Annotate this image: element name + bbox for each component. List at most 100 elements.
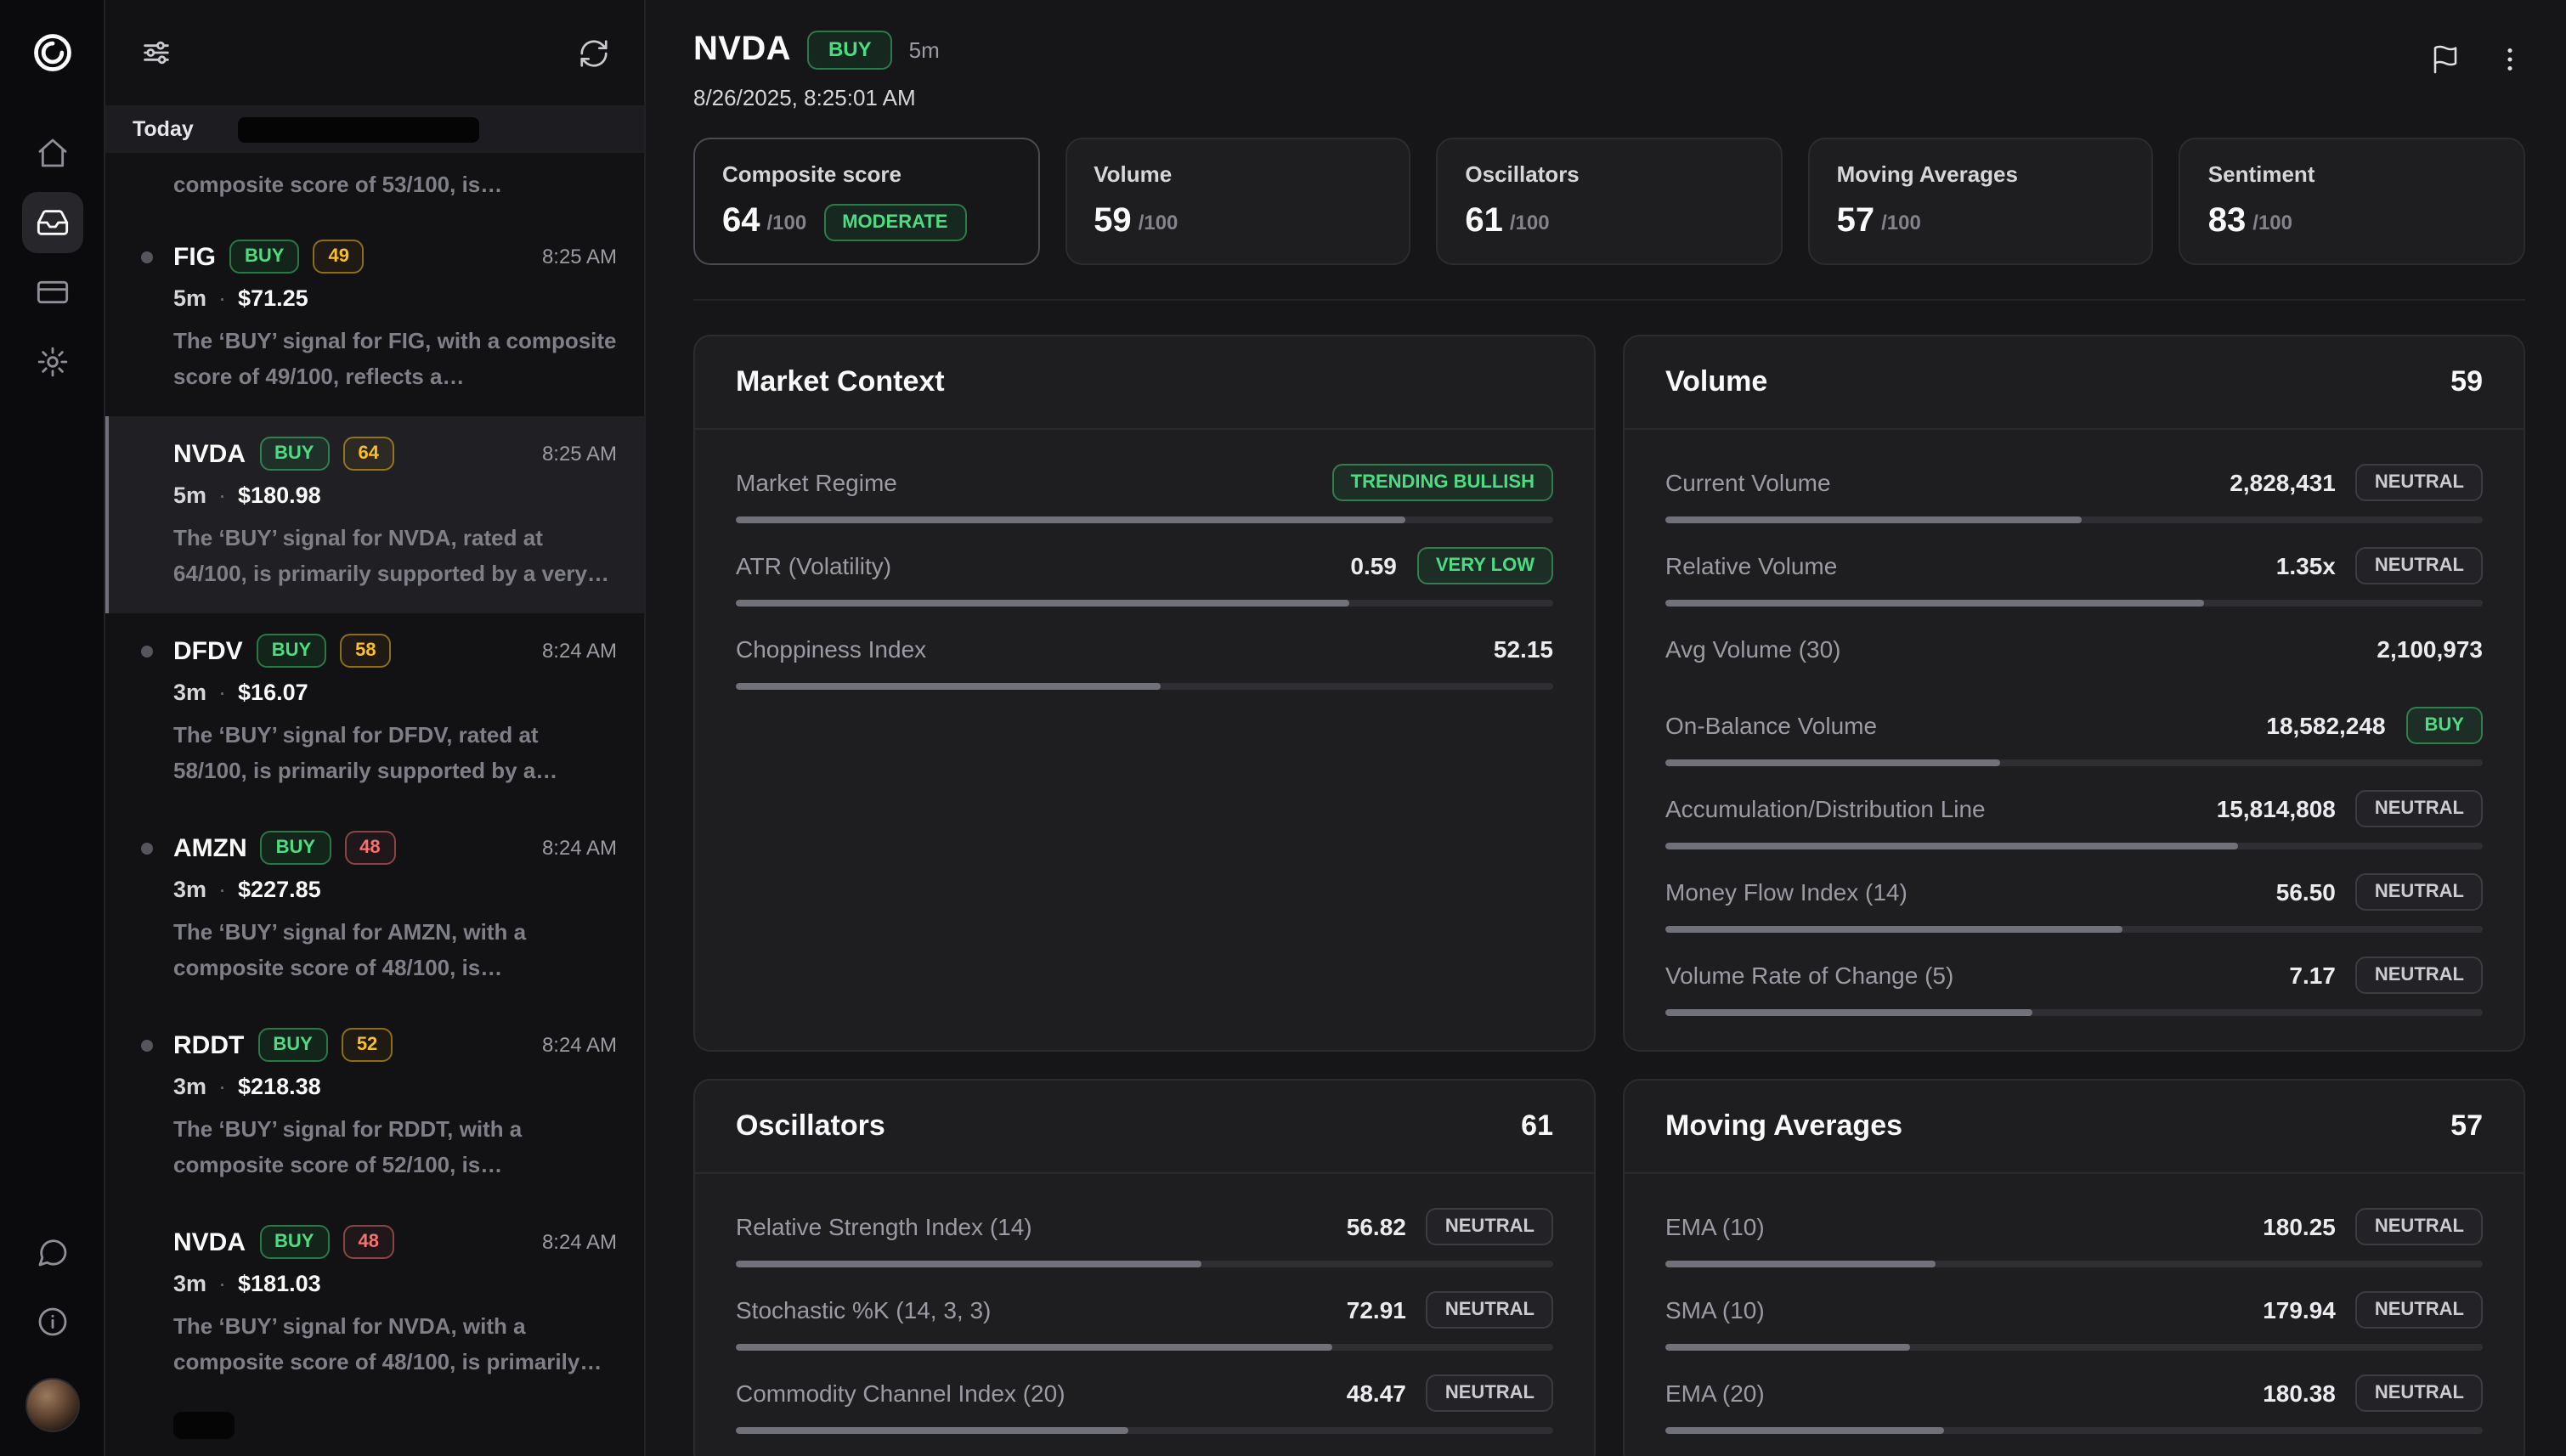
- metric-progress-fill: [736, 683, 1161, 690]
- signal-time: 8:25 AM: [542, 245, 617, 268]
- volume-panel: Volume 59 Current Volume 2,828,431 NEUTR…: [1623, 335, 2525, 1052]
- metric-value: 179.94: [2263, 1295, 2336, 1323]
- signal-list-item-partial[interactable]: composite score of 53/100, is…: [105, 153, 644, 219]
- header-left: NVDA BUY 5m 8/26/2025, 8:25:01 AM: [693, 31, 940, 110]
- metric-label: Relative Strength Index (14): [736, 1212, 1032, 1239]
- volume-score-card: Volume 59 /100: [1065, 138, 1410, 265]
- metric-status-badge: NEUTRAL: [2356, 1374, 2483, 1411]
- separator-dot: ·: [218, 680, 226, 705]
- signal-list-item[interactable]: AMZN BUY 48 8:24 AM 3m · $227.85 The ‘BU…: [105, 810, 644, 1007]
- separator-dot: ·: [218, 1074, 226, 1099]
- signal-description: composite score of 53/100, is…: [173, 166, 617, 202]
- metric-label: Volume Rate of Change (5): [1665, 961, 1953, 988]
- home-icon[interactable]: [21, 122, 82, 183]
- metric-status-badge: BUY: [2406, 706, 2483, 743]
- signal-price: $180.98: [238, 483, 321, 508]
- inbox-icon[interactable]: [21, 192, 82, 253]
- metric-progress-track: [1665, 759, 2483, 766]
- metric-label: Avg Volume (30): [1665, 635, 1841, 662]
- score-card-value: 64: [722, 202, 760, 241]
- metric-status-badge: VERY LOW: [1417, 546, 1553, 584]
- signal-type-badge: BUY: [259, 1225, 329, 1259]
- user-avatar[interactable]: [25, 1378, 79, 1432]
- metric-value: 0.59: [1350, 551, 1397, 578]
- main-panel: NVDA BUY 5m 8/26/2025, 8:25:01 AM Compos…: [646, 0, 2566, 1456]
- signal-list[interactable]: composite score of 53/100, is… FIG BUY 4…: [105, 153, 644, 1456]
- score-rating-badge: MODERATE: [823, 203, 966, 240]
- signal-type-badge: BUY: [257, 634, 326, 668]
- metric-progress-track: [1665, 926, 2483, 933]
- signal-time: 8:24 AM: [542, 1230, 617, 1254]
- unread-dot: [141, 1040, 153, 1052]
- metric-progress-fill: [736, 1427, 1128, 1434]
- metric-status-badge: NEUTRAL: [2356, 1290, 2483, 1328]
- composite-score-card: Composite score 64 /100 MODERATE: [693, 138, 1039, 265]
- wallet-icon[interactable]: [21, 262, 82, 323]
- filter-sliders-icon[interactable]: [139, 36, 173, 70]
- refresh-icon[interactable]: [578, 37, 610, 69]
- metric-label: SMA (10): [1665, 1295, 1765, 1323]
- signal-list-item[interactable]: RDDT BUY 52 8:24 AM 3m · $218.38 The ‘BU…: [105, 1007, 644, 1205]
- metric-label: Relative Volume: [1665, 551, 1837, 578]
- header-actions: [2430, 44, 2525, 75]
- metric-status-badge: TRENDING BULLISH: [1332, 463, 1553, 500]
- metric-progress-fill: [1665, 926, 2123, 933]
- panel-score: 61: [1521, 1109, 1553, 1143]
- kebab-menu-icon[interactable]: [2495, 44, 2525, 75]
- settings-gear-icon[interactable]: [21, 331, 82, 392]
- separator-dot: ·: [218, 1271, 226, 1296]
- signal-time: 8:24 AM: [542, 836, 617, 860]
- signal-type-badge: BUY: [257, 1028, 327, 1062]
- info-icon[interactable]: [21, 1291, 82, 1352]
- signal-price: $227.85: [238, 877, 321, 902]
- signal-type-badge: BUY: [259, 437, 329, 471]
- signal-description: The ‘BUY’ signal for NVDA, with a compos…: [173, 1308, 617, 1380]
- score-card-max: /100: [767, 210, 807, 234]
- chat-icon[interactable]: [21, 1222, 82, 1283]
- signal-timeframe: 5m: [173, 483, 206, 508]
- flag-icon[interactable]: [2430, 44, 2461, 75]
- section-label: Today: [133, 117, 194, 141]
- score-card-max: /100: [1139, 210, 1178, 234]
- signal-ticker: NVDA: [173, 439, 246, 468]
- signal-ticker: FIG: [173, 242, 216, 271]
- metric-progress-fill: [1665, 516, 2083, 523]
- metric-value: 18,582,248: [2266, 711, 2385, 738]
- metric-row: Choppiness Index 52.15: [736, 607, 1553, 690]
- sidebar-header: [105, 0, 644, 105]
- metric-value: 56.50: [2276, 878, 2336, 905]
- metric-value: 1.35x: [2276, 551, 2336, 578]
- metric-row: Accumulation/Distribution Line 15,814,80…: [1665, 766, 2483, 849]
- detail-panel-grid: Market Context Market Regime TRENDING BU…: [693, 335, 2525, 1456]
- score-card-label: Moving Averages: [1837, 161, 2125, 187]
- page-title: NVDA: [693, 31, 791, 70]
- metric-progress-fill: [1665, 759, 2000, 766]
- signals-sidebar: Today composite score of 53/100, is… FIG…: [105, 0, 646, 1456]
- app-logo-icon: [23, 24, 81, 82]
- separator-dot: ·: [218, 483, 226, 508]
- metric-row: Avg Volume (30) 2,100,973: [1665, 607, 2483, 668]
- metric-progress-fill: [1665, 1009, 2033, 1016]
- metric-value: 7.17: [2289, 961, 2336, 988]
- metric-value: 52.15: [1494, 635, 1553, 662]
- signal-list-item[interactable]: DFDV BUY 58 8:24 AM 3m · $16.07 The ‘BUY…: [105, 613, 644, 810]
- signal-list-item-selected[interactable]: NVDA BUY 64 8:25 AM 5m · $180.98 The ‘BU…: [105, 416, 644, 613]
- signal-list-item[interactable]: NVDA BUY 48 8:24 AM 3m · $181.03 The ‘BU…: [105, 1205, 644, 1402]
- signal-detail-header: NVDA BUY 5m 8/26/2025, 8:25:01 AM: [693, 31, 2525, 110]
- score-card-value: 61: [1465, 202, 1503, 241]
- metric-label: Accumulation/Distribution Line: [1665, 794, 1986, 821]
- signal-time: 8:24 AM: [542, 1033, 617, 1057]
- app-window: Today composite score of 53/100, is… FIG…: [0, 0, 2566, 1456]
- metric-value: 180.38: [2263, 1379, 2336, 1406]
- separator-dot: ·: [218, 877, 226, 902]
- metric-progress-track: [1665, 600, 2483, 607]
- signal-list-item[interactable]: FIG BUY 49 8:25 AM 5m · $71.25 The ‘BUY’…: [105, 219, 644, 416]
- signal-time: 8:25 AM: [542, 442, 617, 466]
- signal-timeframe: 3m: [173, 1271, 206, 1296]
- panel-title: Volume: [1665, 365, 1767, 399]
- metric-label: Money Flow Index (14): [1665, 878, 1908, 905]
- signal-type-badge: BUY: [261, 831, 331, 865]
- unread-dot: [141, 843, 153, 855]
- metric-progress-track: [1665, 843, 2483, 849]
- metric-progress-track: [1665, 1427, 2483, 1434]
